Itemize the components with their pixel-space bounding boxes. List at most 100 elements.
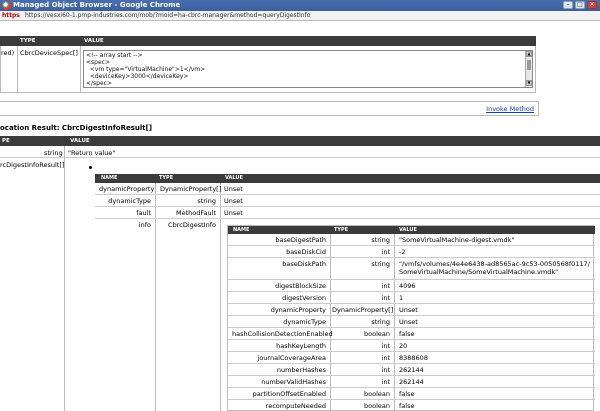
- row-type: boolean: [364, 402, 390, 410]
- row-name: recomputeNeeded: [265, 402, 326, 410]
- row-value: 1: [399, 294, 404, 302]
- row-type: CbrcDigestInfo: [168, 221, 216, 229]
- address-bar[interactable]: https https://vesxi60-1.pmp-industries.c…: [0, 11, 600, 21]
- param-header-value: VALUE: [84, 38, 104, 44]
- row-value: 262144: [399, 378, 424, 386]
- window-title: Managed Object Browser - Google Chrome: [13, 1, 181, 9]
- t3-header-name: NAME: [233, 227, 250, 233]
- table-row: dynamicProperty DynamicProperty[] Unset: [95, 183, 600, 195]
- result-digest-name: rcDigestInfoResult[]: [0, 161, 65, 169]
- row-name: digestBlockSize: [275, 282, 326, 290]
- t3-header-type: TYPE: [334, 227, 349, 233]
- row-value: false: [399, 330, 415, 338]
- row-type: string: [371, 260, 390, 268]
- result-row-return: string "Return value": [0, 146, 600, 158]
- table-row: digestBlockSize int 4096: [228, 280, 595, 292]
- row-type: boolean: [364, 330, 390, 338]
- row-value: 4096: [399, 282, 416, 290]
- row-name: baseDiskPath: [282, 260, 326, 268]
- table-row: journalCoverageArea int 8388608: [228, 352, 595, 364]
- param-table-row: red) CbrcDeviceSpec[] <!-- array start -…: [0, 46, 536, 93]
- close-button[interactable]: ✕: [587, 1, 597, 9]
- maximize-button[interactable]: □: [575, 1, 585, 9]
- result-table-header: PE VALUE: [0, 136, 600, 146]
- digest-info-header: NAME TYPE VALUE: [228, 226, 595, 234]
- row-value: 20: [399, 342, 408, 350]
- row-type: string: [371, 236, 390, 244]
- row-name: baseDiskCid: [286, 248, 326, 256]
- digest-result-header: NAME TYPE VALUE: [95, 174, 600, 183]
- row-type: boolean: [364, 390, 390, 398]
- table-row: hashKeyLength int 20: [228, 340, 595, 352]
- row-value: Unset: [224, 197, 243, 205]
- url-text[interactable]: https://vesxi60-1.pmp-industries.com/mob…: [25, 12, 310, 20]
- row-name: dynamicProperty: [99, 185, 155, 193]
- row-name: journalCoverageArea: [257, 354, 326, 362]
- row-name: hashKeyLength: [276, 342, 326, 350]
- row-name: dynamicType: [283, 318, 326, 326]
- list-bullet: [89, 166, 92, 169]
- t2-header-value: VALUE: [225, 175, 243, 181]
- row-name: hashCollisionDetectionEnabled: [232, 330, 333, 338]
- row-name: numberHashes: [276, 366, 326, 374]
- row-type: string: [371, 318, 390, 326]
- row-type: MethodFault: [176, 209, 216, 217]
- row-name: baseDigestPath: [275, 236, 326, 244]
- param-table-header: TYPE VALUE: [0, 36, 536, 46]
- minimize-button[interactable]: –: [563, 1, 573, 9]
- table-row: dynamicProperty DynamicProperty[] Unset: [228, 304, 595, 316]
- row-type: int: [381, 248, 390, 256]
- row-value: 262144: [399, 366, 424, 374]
- t2-header-type: TYPE: [159, 175, 174, 181]
- row-value: false: [399, 402, 415, 410]
- row-type: int: [381, 378, 390, 386]
- table-row: numberHashes int 262144: [228, 364, 595, 376]
- t3-header-value: VALUE: [399, 227, 417, 233]
- row-type: int: [381, 282, 390, 290]
- table-row: dynamicType string Unset: [95, 195, 600, 207]
- invoke-method-link[interactable]: Invoke Method: [486, 105, 534, 113]
- t2-header-name: NAME: [101, 175, 118, 181]
- table-row: fault MethodFault Unset: [95, 207, 600, 219]
- row-value: Unset: [224, 209, 243, 217]
- table-row: partitionOffsetEnabled boolean false: [228, 388, 595, 400]
- result-return-value: "Return value": [68, 149, 116, 157]
- row-name: fault: [136, 209, 151, 217]
- param-header-type: TYPE: [20, 38, 36, 44]
- row-value: -2: [399, 248, 406, 256]
- row-type: int: [381, 354, 390, 362]
- table-row: baseDigestPath string "SomeVirtualMachine-…: [228, 234, 595, 246]
- row-value: "SomeVirtualMachine-digest.vmdk": [399, 236, 515, 244]
- row-value: false: [399, 390, 415, 398]
- table-row: recomputeNeeded boolean false: [228, 400, 595, 411]
- param-value-textarea[interactable]: <!-- array start --> <spec> <vm type="Vi…: [83, 50, 533, 88]
- scroll-up-icon[interactable]: ▲: [526, 51, 532, 57]
- result-title: ocation Result: CbrcDigestInfoResult[]: [0, 124, 153, 132]
- param-type: CbrcDeviceSpec[]: [20, 49, 78, 57]
- table-row: digestVersion int 1: [228, 292, 595, 304]
- textarea-scrollbar[interactable]: ▲ ▼: [525, 51, 532, 87]
- row-name: numberValidHashes: [261, 378, 326, 386]
- param-value-text[interactable]: <!-- array start --> <spec> <vm type="Vi…: [86, 52, 205, 87]
- row-type: DynamicProperty[]: [332, 306, 394, 314]
- table-row: numberValidHashes int 262144: [228, 376, 595, 388]
- result-header-value: VALUE: [70, 138, 90, 144]
- https-badge: https: [2, 12, 20, 19]
- row-name: partitionOffsetEnabled: [252, 390, 326, 398]
- row-type: int: [381, 294, 390, 302]
- scroll-down-icon[interactable]: ▼: [526, 80, 532, 86]
- row-value: "/vmfs/volumes/4e4e6438-ad8565ac-9c53-00…: [399, 260, 590, 276]
- invoke-bar: Invoke Method: [0, 101, 539, 116]
- scroll-thumb[interactable]: [527, 60, 531, 70]
- row-type: int: [381, 342, 390, 350]
- row-name: dynamicProperty: [270, 306, 326, 314]
- row-value: 8388608: [399, 354, 428, 362]
- chrome-icon: [2, 1, 11, 10]
- row-type: DynamicProperty[]: [160, 185, 222, 193]
- row-type: int: [381, 366, 390, 374]
- row-value: Unset: [399, 306, 418, 314]
- table-row: hashCollisionDetectionEnabled boolean fals…: [228, 328, 595, 340]
- row-type: string: [197, 197, 216, 205]
- result-header-type: PE: [2, 138, 10, 144]
- window-titlebar: Managed Object Browser - Google Chrome –…: [0, 0, 600, 11]
